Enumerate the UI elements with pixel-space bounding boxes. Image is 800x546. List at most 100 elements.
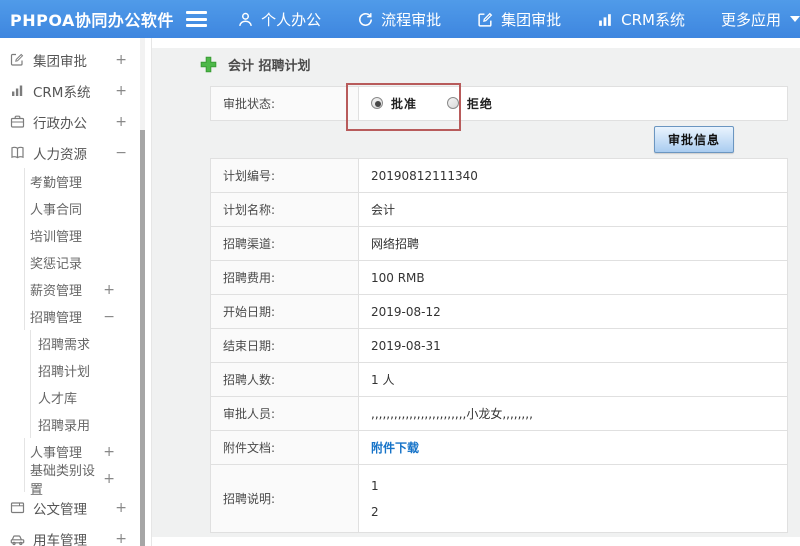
sidebar-item-label: 人力资源 (33, 146, 87, 163)
field-row-plan-name: 计划名称: 会计 (210, 192, 788, 227)
document-icon (10, 500, 25, 515)
sidebar-item-recruit-hire[interactable]: 招聘录用 (30, 411, 151, 438)
sidebar-item-recruit-demand[interactable]: 招聘需求 (30, 330, 151, 357)
radio-label: 拒绝 (466, 96, 493, 111)
sidebar-item-document-mgmt[interactable]: 公文管理 + (0, 492, 151, 523)
sidebar-item-label: 基础类别设置 (30, 463, 96, 498)
field-row-start-date: 开始日期: 2019-08-12 (210, 294, 788, 329)
nav-workflow-approval[interactable]: 流程审批 (357, 9, 441, 30)
field-label: 计划名称: (210, 192, 359, 227)
nav-label: 更多应用 (720, 10, 781, 29)
field-value-start-date: 2019-08-12 (358, 294, 788, 329)
expand-plus-icon[interactable]: + (103, 471, 115, 487)
approval-info-button[interactable]: 审批信息 (653, 126, 734, 153)
sidebar-item-salary-mgmt[interactable]: 薪资管理 + (24, 276, 151, 303)
bar-chart-icon (10, 83, 25, 98)
car-icon (10, 531, 25, 546)
app-logo[interactable]: PHPOA协同办公软件 (0, 7, 186, 31)
nav-label: 个人办公 (261, 10, 322, 29)
collapse-minus-icon[interactable]: − (103, 309, 115, 325)
field-label: 招聘费用: (210, 260, 359, 295)
topbar: PHPOA协同办公软件 个人办公 流程审批 集团审批 CRM系统 更多应用 (0, 0, 800, 38)
expand-plus-icon[interactable]: + (115, 52, 127, 68)
detail-table-body: 计划编号: 20190812111340 计划名称: 会计 招聘渠道: 网络招聘 招聘费用:… (210, 158, 788, 533)
sidebar-item-base-category-settings[interactable]: 基础类别设置 + (24, 464, 151, 498)
content-panel: 会计 招聘计划 审批状态: 批准 拒绝 审批信息 计划编号: 201908121… (152, 48, 800, 537)
description-line: 2 (371, 504, 379, 519)
plus-icon[interactable] (200, 56, 217, 73)
sidebar-item-label: 用车管理 (33, 532, 87, 546)
sidebar-item-group-approval[interactable]: 集团审批 + (0, 44, 151, 75)
nav-label: 集团审批 (501, 10, 562, 29)
hamburger-menu-icon[interactable] (185, 11, 208, 27)
field-label: 招聘说明: (210, 464, 359, 533)
sidebar-item-hr-contract[interactable]: 人事合同 (24, 195, 151, 222)
field-value-end-date: 2019-08-31 (358, 328, 788, 363)
field-row-recruit-desc: 招聘说明: 1 2 (210, 464, 788, 533)
topbar-nav: 个人办公 流程审批 集团审批 CRM系统 更多应用 (237, 9, 800, 30)
sidebar: 集团审批 + CRM系统 + 行政办公 + 人力资源 − 考勤管理 人事合同 培训管理 奖惩记录 薪资管… (0, 38, 152, 546)
field-row-plan-no: 计划编号: 20190812111340 (210, 158, 788, 193)
sidebar-item-reward-punish-record[interactable]: 奖惩记录 (24, 249, 151, 276)
sidebar-item-training-mgmt[interactable]: 培训管理 (24, 222, 151, 249)
sidebar-item-recruit-plan[interactable]: 招聘计划 (30, 357, 151, 384)
nav-personal-office[interactable]: 个人办公 (237, 9, 321, 30)
collapse-minus-icon[interactable]: − (115, 145, 127, 161)
page-title-text: 会计 招聘计划 (228, 58, 311, 74)
page-title: 会计 招聘计划 (200, 54, 788, 74)
nav-label: CRM系统 (621, 10, 685, 29)
expand-plus-icon[interactable]: + (115, 114, 127, 130)
sidebar-item-label: 人事管理 (30, 446, 83, 461)
edit-icon (477, 11, 494, 28)
sidebar-item-human-resources[interactable]: 人力资源 − (0, 137, 151, 168)
field-label: 计划编号: (210, 158, 359, 193)
expand-plus-icon[interactable]: + (115, 500, 127, 516)
sidebar-item-label: 行政办公 (33, 115, 87, 132)
attachment-download-link[interactable]: 附件下载 (371, 441, 419, 455)
sidebar-item-admin-office[interactable]: 行政办公 + (0, 106, 151, 137)
sidebar-item-label: 公文管理 (33, 501, 87, 518)
field-value-approvers: ,,,,,,,,,,,,,,,,,,,,,,,,,小龙女,,,,,,,, (358, 396, 788, 431)
field-row-approvers: 审批人员: ,,,,,,,,,,,,,,,,,,,,,,,,,小龙女,,,,,,,… (210, 396, 788, 431)
sidebar-item-attendance-mgmt[interactable]: 考勤管理 (24, 168, 151, 195)
sidebar-item-recruit-mgmt[interactable]: 招聘管理 − (24, 303, 151, 330)
field-value-attachment: 附件下载 (358, 430, 788, 465)
sidebar-scrollbar-thumb[interactable] (140, 130, 145, 546)
sidebar-item-label: 集团审批 (33, 53, 87, 70)
field-value-plan-name: 会计 (358, 192, 788, 227)
expand-plus-icon[interactable]: + (115, 531, 127, 546)
field-label: 招聘人数: (210, 362, 359, 397)
expand-plus-icon[interactable]: + (115, 83, 127, 99)
field-label: 结束日期: (210, 328, 359, 363)
expand-plus-icon[interactable]: + (103, 282, 115, 298)
button-bar: 审批信息 (210, 121, 788, 158)
approval-status-value: 批准 拒绝 (358, 86, 788, 121)
main-area: 会计 招聘计划 审批状态: 批准 拒绝 审批信息 计划编号: 201908121… (152, 38, 800, 546)
radio-option-approve[interactable]: 批准 (371, 95, 417, 112)
sidebar-item-talent-pool[interactable]: 人才库 (30, 384, 151, 411)
field-value-plan-no: 20190812111340 (358, 158, 788, 193)
nav-label: 流程审批 (381, 10, 442, 29)
recruit-plan-form: 审批状态: 批准 拒绝 审批信息 计划编号: 20190812111340 计划… (210, 83, 788, 533)
nav-group-approval[interactable]: 集团审批 (477, 9, 561, 30)
radio-option-reject[interactable]: 拒绝 (446, 95, 493, 112)
sidebar-item-vehicle-mgmt[interactable]: 用车管理 + (0, 523, 151, 546)
caret-down-icon (790, 16, 800, 22)
sidebar-item-label: CRM系统 (33, 84, 91, 101)
field-row-recruit-count: 招聘人数: 1 人 (210, 362, 788, 397)
person-icon (237, 11, 254, 28)
nav-more-apps[interactable]: 更多应用 (721, 9, 800, 30)
briefcase-icon (10, 114, 25, 129)
description-line: 1 (371, 478, 379, 493)
nav-crm-system[interactable]: CRM系统 (597, 9, 685, 30)
sidebar-item-label: 招聘录用 (38, 419, 91, 434)
sidebar-item-label: 薪资管理 (30, 284, 83, 299)
radio-unselected-icon[interactable] (446, 97, 459, 110)
expand-plus-icon[interactable]: + (103, 444, 115, 460)
sidebar-item-crm-system[interactable]: CRM系统 + (0, 75, 151, 106)
sidebar-item-label: 人才库 (38, 392, 78, 407)
field-label: 附件文档: (210, 430, 359, 465)
radio-label: 批准 (391, 96, 418, 111)
radio-selected-icon[interactable] (371, 97, 383, 110)
field-label: 审批状态: (210, 86, 359, 121)
